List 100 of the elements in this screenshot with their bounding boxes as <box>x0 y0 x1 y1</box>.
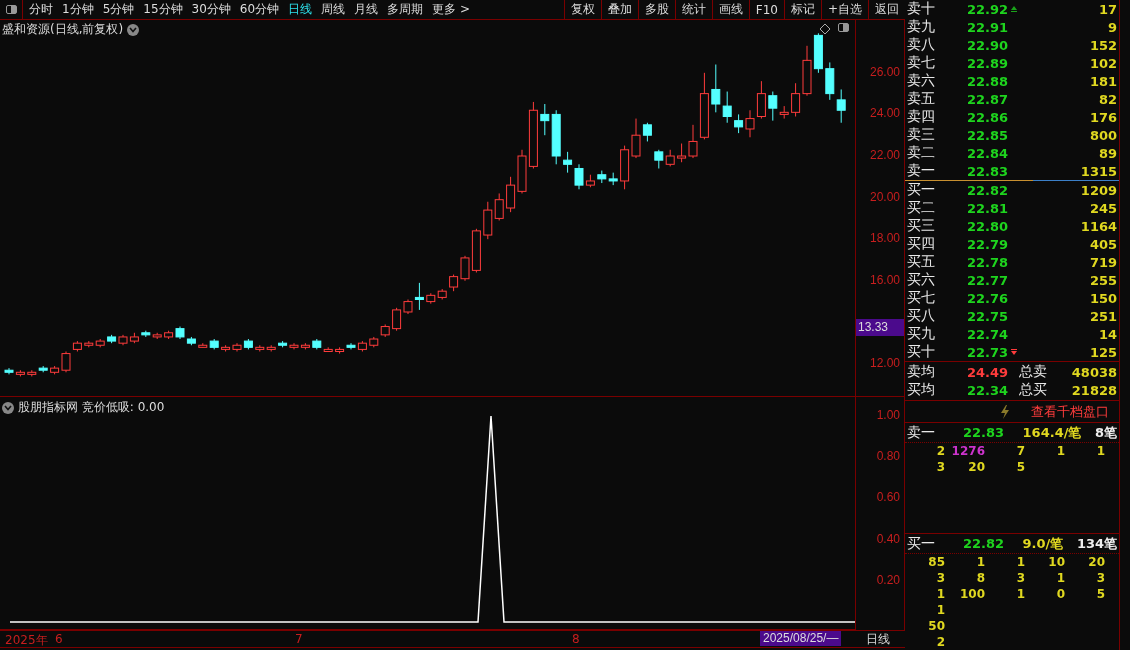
level-volume: 800 <box>1089 127 1118 143</box>
dropdown-icon[interactable] <box>2 401 14 414</box>
level-volume: 17 <box>1098 1 1118 17</box>
queue-label: 卖一 <box>907 423 936 442</box>
queue-count: 134笔 <box>1076 534 1118 553</box>
candlestick <box>392 307 402 332</box>
queue-cell-text: 50 <box>927 619 945 634</box>
queue-cell-text: 0 <box>1055 587 1065 602</box>
month-label: 6 <box>55 632 63 646</box>
level-volume: 150 <box>1089 290 1118 306</box>
depth-link[interactable]: 查看千档盘口 <box>1031 402 1110 421</box>
queue-cell-text: 85 <box>927 555 945 570</box>
queue-cell-text: 3 <box>1015 571 1025 586</box>
candlestick <box>460 255 470 282</box>
period-tab[interactable]: 更多 > <box>432 1 470 18</box>
level-price: 22.79 <box>967 236 1009 252</box>
level-price: 22.74 <box>967 326 1009 342</box>
summary-price: 24.49 <box>967 364 1010 380</box>
period-tab[interactable]: 月线 <box>354 1 379 18</box>
level-price: 22.78 <box>967 254 1009 270</box>
level-volume: 1164 <box>1080 218 1118 234</box>
candlestick <box>654 149 664 169</box>
period-tab[interactable]: 5分钟 <box>102 1 135 18</box>
queue-average: 164.4/笔 <box>1022 423 1082 442</box>
level-price: 22.84 <box>967 145 1009 161</box>
queue-label: 买一 <box>907 534 936 553</box>
axis-label: 26.00 <box>869 64 900 79</box>
axis-label: 0.60 <box>876 490 900 505</box>
level-volume: 255 <box>1089 272 1118 288</box>
candlestick <box>540 103 550 136</box>
queue-cell-text: 1 <box>935 587 945 602</box>
level-label: 买四 <box>907 235 936 253</box>
queue-cell-text: 1 <box>1015 555 1025 570</box>
level-label: 卖六 <box>907 72 936 90</box>
level-volume: 14 <box>1098 326 1118 342</box>
level-price: 22.83 <box>967 163 1009 179</box>
queue-cell-text: 1 <box>1055 444 1065 460</box>
period-tab[interactable]: 15分钟 <box>143 1 183 18</box>
candlestick <box>4 367 14 375</box>
period-tab[interactable]: 1分钟 <box>62 1 94 18</box>
queue-cell-text: 1 <box>975 555 985 570</box>
queue-cell-text: 8 <box>975 571 985 586</box>
level-price: 22.91 <box>967 19 1009 35</box>
candlestick <box>289 342 299 350</box>
level-price: 22.85 <box>967 127 1009 143</box>
period-tab[interactable]: 日线 <box>288 1 313 18</box>
lightning-icon <box>999 404 1012 419</box>
summary-label: 卖均 <box>907 363 936 381</box>
level-label: 买七 <box>907 289 936 307</box>
level-price: 22.89 <box>967 55 1009 71</box>
axis-label: 22.00 <box>869 148 900 162</box>
level-price: 22.86 <box>967 109 1009 125</box>
candlestick <box>711 64 721 113</box>
queue-cell-text: 7 <box>1015 444 1025 460</box>
level-price: 22.82 <box>967 182 1009 198</box>
level-label: 卖八 <box>907 36 936 54</box>
summary-label: 总买 <box>1019 381 1048 399</box>
queue-cell-text: 1276 <box>950 444 985 460</box>
level-price: 22.77 <box>967 272 1009 288</box>
level-label: 卖九 <box>907 18 936 36</box>
queue-cell-text: 2 <box>935 444 945 460</box>
summary-label: 买均 <box>907 381 936 399</box>
level-label: 卖三 <box>907 126 936 144</box>
level-label: 卖一 <box>907 162 936 180</box>
level-price: 22.76 <box>967 290 1009 306</box>
level-label: 卖十 <box>907 0 936 18</box>
period-tab[interactable]: 60分钟 <box>239 1 280 18</box>
period-tab[interactable]: 多周期 <box>387 1 424 18</box>
queue-cell-text: 3 <box>935 460 945 476</box>
period-tab[interactable]: 30分钟 <box>191 1 231 18</box>
queue-cell-text: 3 <box>935 571 945 586</box>
axis-label: 24.00 <box>869 106 900 121</box>
candlestick <box>768 91 778 122</box>
period-label: 日线 <box>866 631 890 648</box>
queue-cell-text: 1 <box>1015 587 1025 602</box>
summary-total: 48038 <box>1071 364 1118 380</box>
level-volume: 125 <box>1089 344 1118 360</box>
level-volume: 176 <box>1089 109 1118 125</box>
level-volume: 251 <box>1089 308 1118 324</box>
period-tab[interactable]: 分时 <box>29 1 53 18</box>
axis-label: 16.00 <box>869 272 900 287</box>
chart-title: 盛和资源(日线,前复权) <box>2 21 124 38</box>
diamond-icon[interactable] <box>819 23 831 35</box>
summary-label: 总卖 <box>1019 363 1048 381</box>
queue-cell-text: 1 <box>935 603 945 618</box>
level-volume: 405 <box>1089 236 1118 252</box>
panel-toggle-icon[interactable] <box>838 23 849 32</box>
period-tab[interactable]: 周线 <box>321 1 346 18</box>
level-label: 卖二 <box>907 144 936 162</box>
level-price: 22.73 <box>967 344 1009 360</box>
queue-cell-text: 5 <box>1015 460 1025 476</box>
level-volume: 1209 <box>1080 182 1118 198</box>
summary-total: 21828 <box>1071 382 1118 398</box>
candlestick <box>414 282 424 311</box>
queue-cell-text: 2 <box>935 635 945 650</box>
queue-average: 9.0/笔 <box>1022 534 1064 553</box>
dropdown-icon[interactable] <box>127 23 140 36</box>
candlestick <box>494 192 504 221</box>
level-label: 买六 <box>907 271 936 289</box>
axis-label: 20.00 <box>869 189 900 204</box>
